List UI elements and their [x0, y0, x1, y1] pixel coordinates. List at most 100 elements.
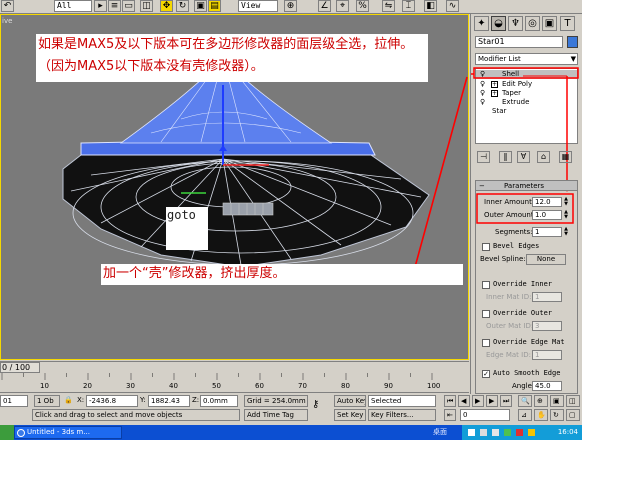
tray-icon[interactable]	[480, 429, 487, 436]
selection-count: 1 Ob	[34, 395, 60, 407]
bevel-edges-label: Bevel Edges	[493, 242, 540, 250]
snap-icon[interactable]: ∠	[318, 0, 331, 12]
edge-mat-id-row: Edge Mat ID: 1	[476, 350, 577, 362]
ruler-tick-label: 100	[427, 382, 441, 390]
select-by-name-icon[interactable]: ≡	[108, 0, 121, 12]
tray-icon[interactable]	[516, 429, 523, 436]
track-bar[interactable]: 10 20 30 40 50 60 70 80 90 100	[0, 373, 469, 393]
select-icon[interactable]: ▸	[94, 0, 107, 12]
segments-spinner[interactable]: ▲ ▼	[563, 227, 569, 237]
key-filters-button[interactable]: Key Filters...	[368, 409, 436, 421]
override-edge-checkbox[interactable]	[482, 339, 490, 347]
y-coordinate-field[interactable]: 1882.43	[148, 395, 190, 407]
ruler-tick-label: 50	[212, 382, 221, 390]
taskbar-item-label: Untitled - 3ds m...	[27, 428, 90, 436]
zoom-icon[interactable]: 🔍	[518, 395, 532, 407]
zoom-extents-icon[interactable]: ▣	[550, 395, 564, 407]
align-icon[interactable]: ⌶	[402, 0, 415, 12]
select-scale-active-icon[interactable]: ▤	[208, 0, 221, 12]
main-toolbar: ↶ All ▸ ≡ ▭ ◫ ✥ ↻ ▣ ▤ View ⊕ ∠ ⌖ % ⇋ ⌶ ◧…	[0, 0, 582, 14]
inner-amount-spinner[interactable]: ▲ ▼	[563, 197, 569, 207]
select-move-icon[interactable]: ✥	[160, 0, 173, 12]
tray-icon[interactable]	[468, 429, 475, 436]
prompt-line: Click and drag to select and move object…	[32, 409, 240, 421]
go-to-end-icon[interactable]: ⏭	[500, 395, 512, 407]
outer-mat-id-label: Outer Mat ID:	[486, 322, 534, 330]
perspective-viewport[interactable]: ive 如果是MAX5及以下版本可在多边形修改器的面层级全选，拉伸。（因为MAX…	[0, 14, 469, 360]
grid-size: Grid = 254.0mm	[244, 395, 308, 407]
angle-row: Angle: 45.0	[476, 381, 577, 393]
play-icon[interactable]: ▶	[472, 395, 484, 407]
selection-filter-dropdown[interactable]: All	[54, 0, 92, 12]
inner-mat-id-field[interactable]: 1	[532, 292, 562, 302]
angle-label: Angle:	[512, 382, 535, 390]
key-icon[interactable]: ⚷	[310, 400, 330, 412]
tray-icon[interactable]	[528, 429, 535, 436]
curve-editor-icon[interactable]: ∿	[446, 0, 459, 12]
select-scale-icon[interactable]: ▣	[194, 0, 207, 12]
start-button[interactable]	[0, 425, 14, 440]
parameters-header[interactable]: − Parameters	[476, 181, 577, 191]
taskbar-item-3dsmax[interactable]: Untitled - 3ds m...	[14, 426, 122, 439]
outer-mat-id-field[interactable]: 3	[532, 321, 562, 331]
edge-mat-id-field[interactable]: 1	[532, 350, 562, 360]
bevel-spline-button[interactable]: None	[526, 254, 566, 265]
undo-icon[interactable]: ↶	[1, 0, 14, 12]
left-status-field[interactable]: 01	[0, 395, 28, 407]
key-mode-toggle-icon[interactable]: ⇤	[444, 409, 456, 421]
desktop-toolbar-label[interactable]: 桌面	[433, 427, 447, 437]
add-time-tag-button[interactable]: Add Time Tag	[244, 409, 308, 421]
percent-snap-icon[interactable]: %	[356, 0, 369, 12]
override-inner-checkbox[interactable]	[482, 281, 490, 289]
next-frame-icon[interactable]: ▶	[486, 395, 498, 407]
window-crossing-icon[interactable]: ◫	[140, 0, 153, 12]
override-outer-row: Override Outer	[476, 308, 577, 320]
set-key-button[interactable]: Set Key	[334, 409, 366, 421]
star-shell-object	[62, 56, 430, 268]
override-outer-checkbox[interactable]	[482, 310, 490, 318]
collapse-icon: −	[479, 182, 485, 190]
field-of-view-icon[interactable]: ⊿	[518, 409, 532, 421]
time-slider[interactable]: 0 / 100	[0, 361, 469, 373]
time-slider-label[interactable]: 0 / 100	[0, 362, 40, 373]
go-to-start-icon[interactable]: ⏮	[444, 395, 456, 407]
auto-smooth-checkbox[interactable]: ✓	[482, 370, 490, 378]
reference-coord-dropdown[interactable]: View	[238, 0, 278, 12]
tray-icon[interactable]	[504, 429, 511, 436]
key-mode-dropdown[interactable]: Selected	[368, 395, 436, 407]
select-region-icon[interactable]: ▭	[122, 0, 135, 12]
status-bar: 01 1 Ob 🔒 X: -2436.8 Y: 1882.43 Z: 0.0mm…	[0, 394, 582, 424]
viewport-label: ive	[2, 17, 13, 25]
segments-field[interactable]: 1	[532, 227, 562, 237]
angle-field[interactable]: 45.0	[532, 381, 562, 391]
configure-sets-icon[interactable]: ▦	[559, 151, 572, 163]
outer-amount-spinner[interactable]: ▲ ▼	[563, 210, 569, 220]
lock-icon[interactable]: 🔒	[62, 395, 74, 407]
pan-icon[interactable]: ✋	[534, 409, 548, 421]
auto-key-button[interactable]: Auto Key	[334, 395, 366, 407]
remove-modifier-icon[interactable]: ⌂	[537, 151, 550, 163]
pivot-icon[interactable]: ⊕	[284, 0, 297, 12]
bevel-edges-checkbox[interactable]	[482, 243, 490, 251]
zoom-extents-all-icon[interactable]: ◫	[566, 395, 580, 407]
orbit-icon[interactable]: ↻	[550, 409, 564, 421]
pin-stack-icon[interactable]: ⊣	[477, 151, 490, 163]
make-unique-icon[interactable]: ∀	[517, 151, 530, 163]
maximize-viewport-icon[interactable]: ▢	[566, 409, 580, 421]
x-coordinate-field[interactable]: -2436.8	[86, 395, 138, 407]
current-frame-field[interactable]: 0	[460, 409, 510, 421]
show-end-result-icon[interactable]: ‖	[499, 151, 512, 163]
previous-frame-icon[interactable]: ◀	[458, 395, 470, 407]
angle-snap-icon[interactable]: ⌖	[336, 0, 349, 12]
outer-amount-field[interactable]: 1.0	[532, 210, 562, 220]
select-rotate-icon[interactable]: ↻	[176, 0, 189, 12]
layer-icon[interactable]: ◧	[424, 0, 437, 12]
3dsmax-app-icon	[17, 429, 25, 437]
mirror-icon[interactable]: ⇋	[382, 0, 395, 12]
y-label: Y:	[138, 395, 148, 407]
tray-icon[interactable]	[492, 429, 499, 436]
zoom-all-icon[interactable]: ⊕	[534, 395, 548, 407]
z-coordinate-field[interactable]: 0.0mm	[200, 395, 238, 407]
inner-amount-field[interactable]: 12.0	[532, 197, 562, 207]
ruler-tick-label: 80	[341, 382, 350, 390]
